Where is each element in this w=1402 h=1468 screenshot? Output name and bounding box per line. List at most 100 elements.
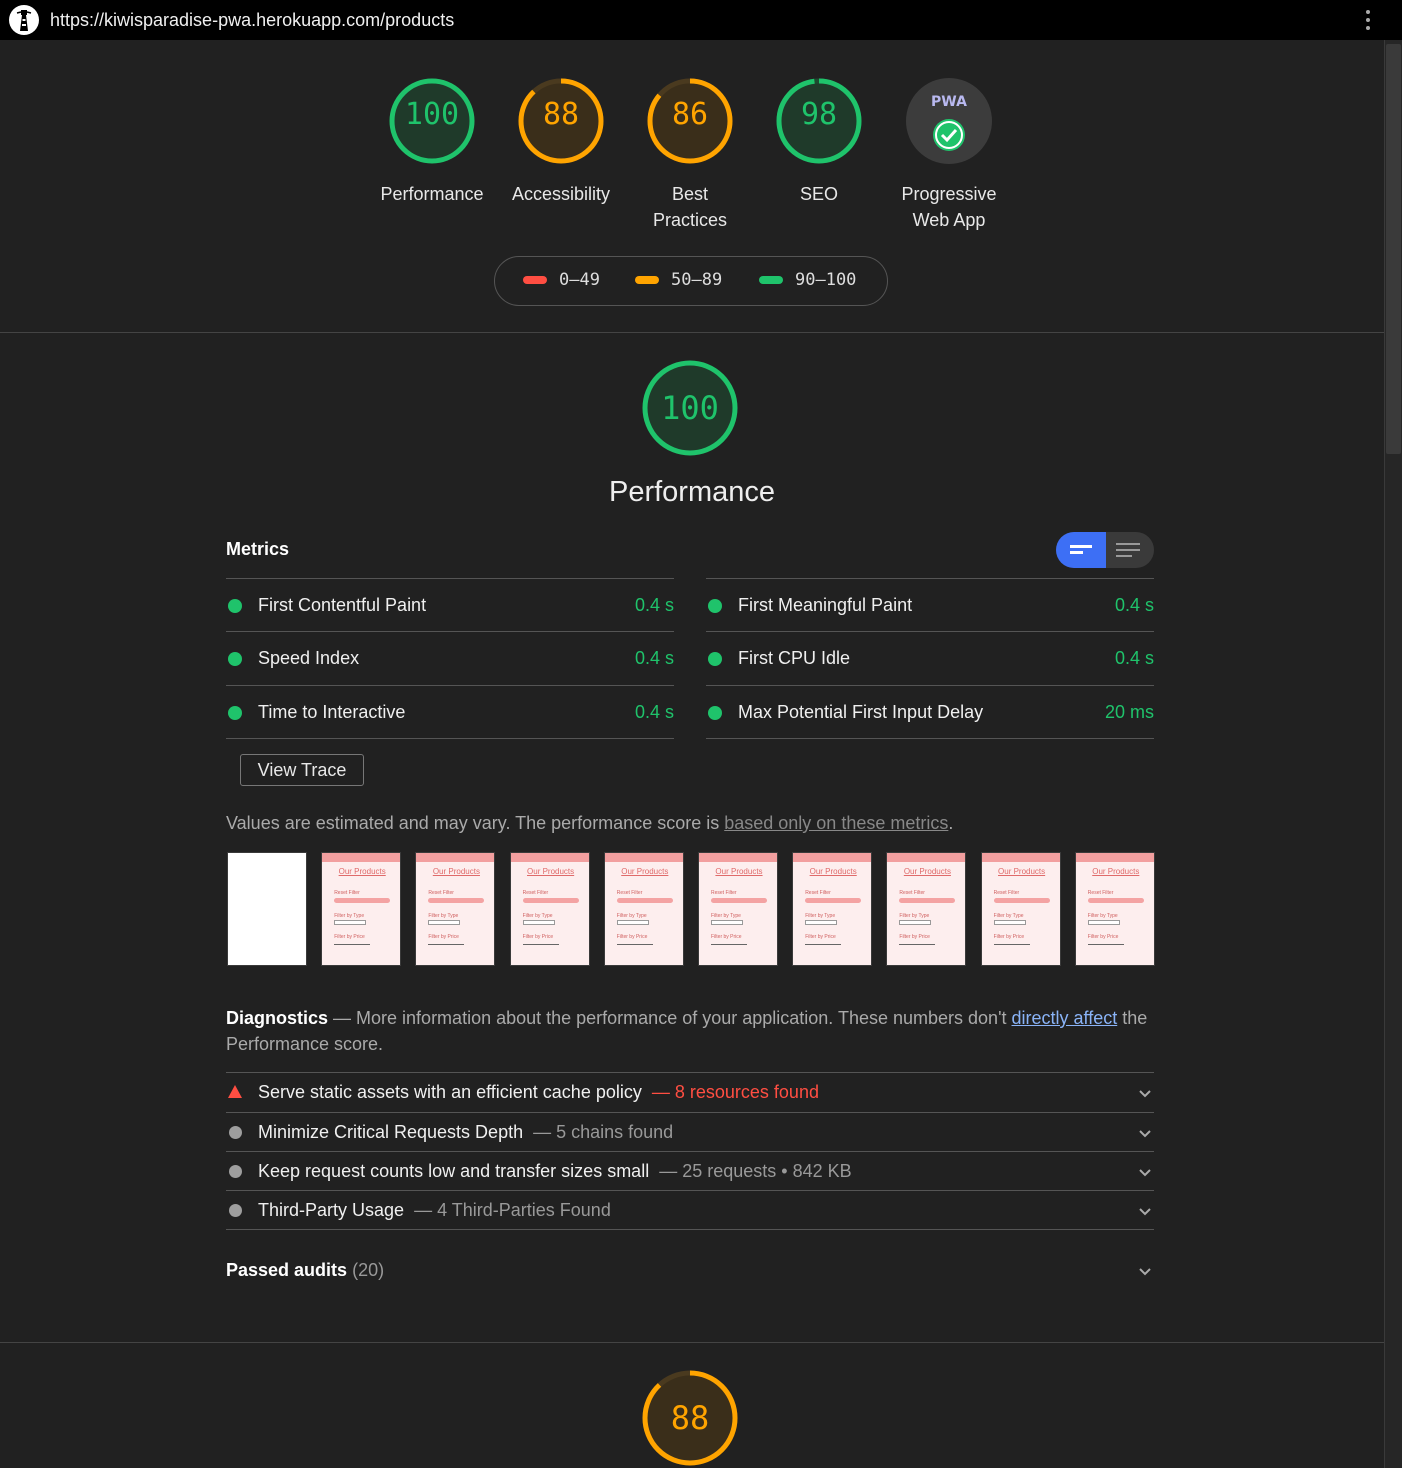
metric-time-to-interactive: Time to Interactive 0.4 s — [226, 685, 674, 739]
performance-gauge-large: 100 — [625, 359, 755, 457]
frame-reset: Reset Filter — [899, 890, 925, 896]
frame-filter-type: Filter by Type — [428, 913, 459, 919]
frame-reset: Reset Filter — [522, 890, 549, 896]
metric-first-cpu-idle: First CPU Idle 0.4 s — [706, 631, 1154, 683]
pwa-badge-icon: PWA — [906, 78, 992, 164]
warning-triangle-icon — [228, 1085, 242, 1098]
gauge-accessibility[interactable]: 88 Accessibility — [496, 77, 626, 207]
view-trace-button[interactable]: View Trace — [240, 754, 364, 786]
chevron-down-icon[interactable] — [1138, 1204, 1152, 1218]
accessibility-gauge-large: 88 — [625, 1369, 755, 1467]
metric-first-contentful-paint: First Contentful Paint 0.4 s — [226, 578, 674, 630]
gauge-pwa[interactable]: PWA Progressive Web App — [884, 77, 1014, 233]
chevron-down-icon[interactable] — [1138, 1264, 1152, 1278]
pass-indicator-icon — [708, 706, 722, 720]
legend-pass-swatch — [759, 276, 783, 284]
frame-reset: Reset Filter — [805, 890, 831, 896]
passed-audits-toggle[interactable]: Passed audits (20) — [226, 1260, 384, 1281]
diagnostic-request-counts[interactable]: Keep request counts low and transfer siz… — [226, 1151, 1154, 1191]
metric-first-meaningful-paint: First Meaningful Paint 0.4 s — [706, 578, 1154, 630]
diagnostic-critical-requests[interactable]: Minimize Critical Requests Depth — 5 cha… — [226, 1112, 1154, 1152]
frame-reset: Reset Filter — [993, 890, 1020, 896]
gauge-label: Accessibility — [511, 184, 611, 204]
metrics-view-toggle[interactable] — [1056, 532, 1154, 568]
frame-title: Our Products — [809, 867, 857, 876]
filmstrip-frame: Our Products Reset Filter Filter by Type Fi… — [698, 852, 778, 966]
pwa-badge-text: PWA — [931, 94, 967, 110]
frame-filter-price: Filter by Price — [428, 934, 459, 940]
legend-pass: 90–100 — [759, 270, 856, 290]
filmstrip-frame: Our Products Reset Filter Filter by Type Fi… — [1074, 852, 1155, 966]
legend-fail: 0–49 — [523, 270, 600, 290]
filmstrip-frame: Our Products Reset Filter Filter by Type Fi… — [321, 852, 402, 966]
frame-title: Our Products — [621, 867, 669, 876]
directly-affect-link[interactable]: directly affect — [1012, 1008, 1118, 1028]
info-circle-icon — [229, 1165, 242, 1178]
frame-filter-type: Filter by Type — [805, 913, 836, 919]
frame-title: Our Products — [338, 867, 386, 876]
frame-reset: Reset Filter — [1087, 890, 1114, 896]
frame-title: Our Products — [1092, 867, 1140, 876]
gauge-score: 98 — [800, 97, 838, 132]
diagnostics-description: Diagnostics — More information about the… — [226, 1008, 1148, 1054]
scrollbar-thumb[interactable] — [1386, 44, 1401, 454]
frame-filter-type: Filter by Type — [993, 913, 1024, 919]
url-text[interactable]: https://kiwisparadise-pwa.herokuapp.com/… — [50, 10, 454, 31]
pass-indicator-icon — [228, 706, 242, 720]
frame-filter-price: Filter by Price — [522, 934, 554, 940]
diagnostic-cache-policy[interactable]: Serve static assets with an efficient ca… — [226, 1072, 1154, 1112]
gauge-label: Progressive Web App — [901, 184, 997, 230]
estimate-note: Values are estimated and may vary. The p… — [226, 813, 954, 833]
metric-max-potential-fid: Max Potential First Input Delay 20 ms — [706, 685, 1154, 739]
filmstrip-frame — [227, 852, 307, 966]
diagnostics-heading: Diagnostics — [226, 1008, 329, 1028]
metrics-link[interactable]: based only on these metrics — [724, 813, 948, 833]
section-divider — [0, 332, 1384, 333]
filmstrip-frame: Our Products Reset Filter Filter by Type Fi… — [792, 852, 873, 966]
pass-indicator-icon — [228, 652, 242, 666]
gauge-score: 100 — [404, 97, 460, 132]
frame-filter-price: Filter by Price — [711, 934, 742, 940]
expanded-view-icon[interactable] — [1116, 543, 1140, 557]
diagnostic-third-party[interactable]: Third-Party Usage — 4 Third-Parties Foun… — [226, 1190, 1154, 1230]
frame-title: Our Products — [527, 867, 575, 876]
legend-average-swatch — [635, 276, 659, 284]
gauge-seo[interactable]: 98 SEO — [754, 77, 884, 207]
gauge-score: 100 — [661, 389, 719, 427]
frame-filter-price: Filter by Price — [993, 934, 1025, 940]
frame-filter-type: Filter by Type — [711, 913, 741, 919]
chevron-down-icon[interactable] — [1138, 1126, 1152, 1140]
frame-filter-price: Filter by Price — [805, 934, 836, 940]
gauge-best-practices[interactable]: 86 Best Practices — [625, 77, 755, 233]
frame-filter-price: Filter by Price — [899, 934, 930, 940]
compact-view-icon — [1070, 545, 1092, 554]
gauge-label: Performance — [380, 184, 484, 204]
pass-indicator-icon — [708, 652, 722, 666]
frame-filter-type: Filter by Type — [899, 913, 930, 919]
frame-reset: Reset Filter — [428, 890, 454, 896]
filmstrip-frame: Our Products Reset Filter Filter by Type Fi… — [415, 852, 496, 966]
performance-title: Performance — [608, 476, 775, 508]
gauge-performance[interactable]: 100 Performance — [367, 77, 497, 207]
metric-speed-index: Speed Index 0.4 s — [226, 631, 674, 683]
frame-reset: Reset Filter — [616, 890, 643, 896]
chevron-down-icon[interactable] — [1138, 1165, 1152, 1179]
filmstrip-frame: Our Products Reset Filter Filter by Type Fi… — [509, 852, 590, 966]
frame-reset: Reset Filter — [334, 890, 360, 896]
frame-title: Our Products — [432, 867, 480, 876]
frame-filter-price: Filter by Price — [616, 934, 648, 940]
filmstrip-frame: Our Products Reset Filter Filter by Type Fi… — [603, 852, 684, 966]
chevron-down-icon[interactable] — [1138, 1086, 1152, 1100]
lighthouse-icon — [9, 5, 39, 35]
frame-filter-price: Filter by Price — [1087, 934, 1119, 940]
frame-reset: Reset Filter — [711, 890, 737, 896]
info-circle-icon — [229, 1126, 242, 1139]
gauge-score: 86 — [671, 97, 709, 132]
gauge-score: 88 — [670, 1399, 710, 1437]
frame-title: Our Products — [903, 867, 951, 876]
section-divider — [0, 1342, 1384, 1343]
frame-title: Our Products — [998, 867, 1046, 876]
frame-filter-price: Filter by Price — [334, 934, 365, 940]
address-bar: https://kiwisparadise-pwa.herokuapp.com/… — [0, 0, 1402, 40]
more-options-icon[interactable] — [1356, 8, 1380, 32]
